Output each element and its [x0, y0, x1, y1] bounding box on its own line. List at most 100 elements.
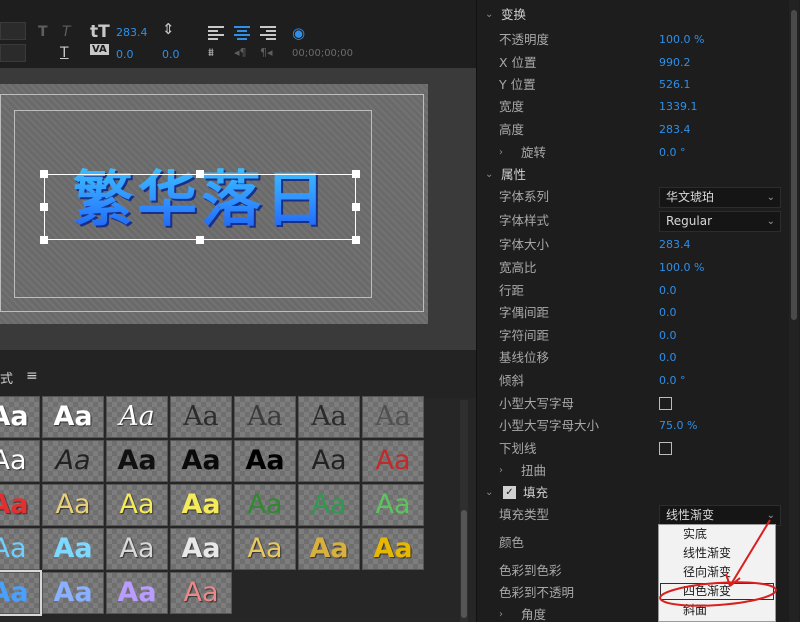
panel-menu-icon[interactable]: ≡	[26, 368, 38, 384]
style-preset-4-7[interactable]: Aa	[362, 528, 424, 570]
italic-icon[interactable]: T	[62, 24, 71, 40]
style-preset-5-4[interactable]: Aa	[170, 572, 232, 614]
leading-value[interactable]: 0.0	[659, 280, 677, 302]
distort-row[interactable]: › 扭曲	[477, 460, 789, 482]
style-preset-5-2[interactable]: Aa	[42, 572, 104, 614]
style-preset-5-1[interactable]: Aa	[0, 570, 42, 616]
height-value[interactable]: 283.4	[659, 119, 691, 141]
slant-value[interactable]: 0.0 °	[659, 370, 686, 392]
fill-checkbox[interactable]: ✓	[503, 486, 516, 499]
y-position-value[interactable]: 526.1	[659, 74, 691, 96]
baseline-value[interactable]: 0.0	[659, 347, 677, 369]
justify-last-center-icon[interactable]: ◂¶	[234, 46, 247, 59]
style-preset-4-2[interactable]: Aa	[42, 528, 104, 570]
small-caps-size-value[interactable]: 75.0 %	[659, 415, 697, 437]
small-caps-checkbox[interactable]	[659, 397, 672, 410]
leading-value[interactable]: 0.0	[162, 48, 180, 61]
tracking-value[interactable]: 0.0	[659, 325, 677, 347]
style-preset-3-2[interactable]: Aa	[42, 484, 104, 526]
x-position-value[interactable]: 990.2	[659, 52, 691, 74]
style-preset-text: Aa	[311, 401, 347, 432]
style-preset-2-3[interactable]: Aa	[106, 440, 168, 482]
style-preset-1-6[interactable]: Aa	[298, 396, 360, 438]
chevron-down-icon[interactable]: ⌄	[485, 4, 493, 26]
style-preset-3-7[interactable]: Aa	[362, 484, 424, 526]
underline-icon[interactable]: T	[60, 45, 69, 61]
fill-type-dropdown[interactable]: 线性渐变 ⌄	[659, 505, 781, 526]
chevron-right-icon[interactable]: ›	[499, 604, 503, 622]
opacity-value[interactable]: 100.0 %	[659, 29, 704, 51]
chevron-right-icon[interactable]: ›	[499, 142, 503, 164]
align-left-icon[interactable]	[208, 24, 224, 42]
style-preset-4-1[interactable]: Aa	[0, 528, 40, 570]
handle-bottom-left[interactable]	[40, 236, 48, 244]
fill-option-solid[interactable]: 实底	[659, 525, 775, 544]
style-preset-text: Aa	[55, 445, 91, 476]
handle-bottom-right[interactable]	[352, 236, 360, 244]
style-preset-4-6[interactable]: Aa	[298, 528, 360, 570]
properties-scrollbar[interactable]	[789, 0, 799, 622]
weight-select-stub[interactable]	[0, 44, 26, 62]
tracking-value[interactable]: 0.0	[116, 48, 134, 61]
style-preset-2-5[interactable]: Aa	[234, 440, 296, 482]
style-preset-4-4[interactable]: Aa	[170, 528, 232, 570]
fill-option-bevel[interactable]: 斜面	[659, 601, 775, 620]
style-preset-text: Aa	[245, 445, 285, 476]
kerning-value[interactable]: 0.0	[659, 302, 677, 324]
fill-option-radial[interactable]: 径向渐变	[659, 563, 775, 582]
styles-scrollbar[interactable]	[460, 400, 468, 622]
chevron-down-icon[interactable]: ⌄	[485, 164, 493, 186]
justify-last-right-icon[interactable]: ¶◂	[260, 46, 273, 59]
style-preset-2-2[interactable]: Aa	[42, 440, 104, 482]
style-preset-4-5[interactable]: Aa	[234, 528, 296, 570]
handle-top[interactable]	[196, 170, 204, 178]
style-preset-1-1[interactable]: Aa	[0, 396, 40, 438]
style-preset-2-6[interactable]: Aa	[298, 440, 360, 482]
style-preset-1-5[interactable]: Aa	[234, 396, 296, 438]
font-size-value[interactable]: 283.4	[659, 234, 691, 256]
handle-bottom[interactable]	[196, 236, 204, 244]
fill-option-linear[interactable]: 线性渐变	[659, 544, 775, 563]
handle-top-right[interactable]	[352, 170, 360, 178]
align-right-icon[interactable]	[260, 24, 276, 42]
eye-icon[interactable]: ◉	[292, 24, 305, 42]
aspect-value[interactable]: 100.0 %	[659, 257, 704, 279]
chevron-right-icon[interactable]: ›	[499, 460, 503, 482]
style-preset-1-4[interactable]: Aa	[170, 396, 232, 438]
style-preset-4-3[interactable]: Aa	[106, 528, 168, 570]
attributes-section-header[interactable]: ⌄ 属性	[477, 164, 789, 186]
style-preset-5-3[interactable]: Aa	[106, 572, 168, 614]
fill-section-header[interactable]: ⌄ ✓ 填充	[477, 482, 789, 504]
transform-section-header[interactable]: ⌄ 变换	[477, 4, 789, 26]
style-preset-3-5[interactable]: Aa	[234, 484, 296, 526]
style-preset-3-3[interactable]: Aa	[106, 484, 168, 526]
chevron-down-icon[interactable]: ⌄	[485, 482, 493, 504]
style-select-stub[interactable]	[0, 22, 26, 40]
style-preset-3-1[interactable]: Aa	[0, 484, 40, 526]
bold-icon[interactable]: T	[38, 24, 48, 40]
handle-left[interactable]	[40, 203, 48, 211]
handle-top-left[interactable]	[40, 170, 48, 178]
style-preset-3-4[interactable]: Aa	[170, 484, 232, 526]
handle-right[interactable]	[352, 203, 360, 211]
style-preset-1-7[interactable]: Aa	[362, 396, 424, 438]
style-preset-2-7[interactable]: Aa	[362, 440, 424, 482]
font-style-dropdown[interactable]: Regular ⌄	[659, 211, 781, 232]
style-preset-1-2[interactable]: Aa	[42, 396, 104, 438]
style-preset-1-3[interactable]: Aa	[106, 396, 168, 438]
style-preset-text: Aa	[181, 533, 221, 564]
style-preset-3-6[interactable]: Aa	[298, 484, 360, 526]
rotation-row[interactable]: › 旋转 0.0 °	[477, 142, 789, 164]
style-preset-2-4[interactable]: Aa	[170, 440, 232, 482]
fill-option-four-color[interactable]: 四色渐变	[659, 582, 775, 601]
underline-checkbox[interactable]	[659, 442, 672, 455]
text-bounding-box[interactable]	[44, 174, 356, 240]
font-size-value[interactable]: 283.4	[116, 26, 148, 39]
rotation-value[interactable]: 0.0 °	[659, 142, 686, 164]
font-size-icon: tT	[90, 22, 110, 42]
align-center-icon[interactable]	[234, 24, 250, 42]
style-preset-2-1[interactable]: Aa	[0, 440, 40, 482]
width-value[interactable]: 1339.1	[659, 96, 698, 118]
font-family-dropdown[interactable]: 华文琥珀 ⌄	[659, 187, 781, 208]
justify-icon[interactable]: ⩩	[208, 46, 214, 60]
